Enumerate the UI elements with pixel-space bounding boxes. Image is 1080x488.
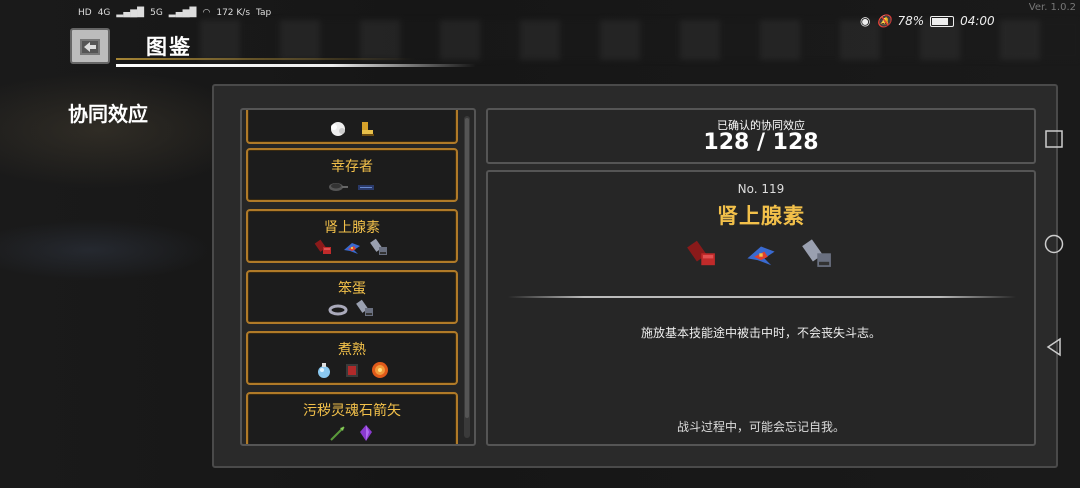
- metal-gauntlet-icon: [370, 238, 387, 255]
- back-nav-icon[interactable]: [1043, 336, 1065, 358]
- back-arrow-icon: [80, 39, 100, 55]
- status-bar-right: ◉ 🔕 78% 04:00: [860, 14, 995, 28]
- signal-icon: ▂▄▆█: [168, 8, 197, 18]
- blue-potion-icon: [318, 363, 330, 378]
- version-label: Ver. 1.0.2: [1028, 2, 1076, 13]
- clock: 04:00: [960, 14, 995, 28]
- page-title: 图鉴: [146, 35, 192, 59]
- title-accent-line: [116, 58, 416, 60]
- synergy-count-panel: 已确认的协同效应 128 / 128: [486, 108, 1036, 164]
- battery-level: 78%: [897, 14, 925, 28]
- detail-number: No. 119: [737, 182, 785, 196]
- wing-emblem-icon: [344, 243, 360, 254]
- synergy-card[interactable]: 煮熟: [246, 331, 458, 385]
- metal-gauntlet-icon: [802, 239, 831, 267]
- card-icons: [248, 423, 456, 443]
- card-icons: [248, 177, 456, 197]
- detail-description: 施放基本技能途中被击中时，不会丧失斗志。: [640, 326, 881, 340]
- wifi-icon: ◠: [202, 8, 211, 18]
- status-bar-left: HD 4G ▂▄▆█ 5G ▂▄▆█ ◠ 172 K/s Tap: [78, 8, 271, 18]
- card-icons: [248, 299, 456, 319]
- fireball-icon: [372, 362, 388, 378]
- list-scrollbar[interactable]: [464, 116, 470, 438]
- signal-icon: ▂▄▆█: [116, 8, 145, 18]
- scroll-thumb[interactable]: [465, 118, 469, 418]
- metal-ring-icon: [328, 304, 348, 316]
- card-icons: [248, 360, 456, 380]
- back-button[interactable]: [70, 28, 110, 64]
- section-title: 协同效应: [68, 102, 148, 126]
- synergy-card[interactable]: [246, 110, 458, 144]
- mute-icon: 🔕: [876, 14, 892, 28]
- eye-icon: ◉: [860, 14, 871, 28]
- synergy-list[interactable]: 幸存者 肾上腺素 笨蛋 煮熟 污秽灵魂石箭矢: [240, 108, 476, 446]
- detail-name: 肾上腺素: [717, 204, 805, 228]
- detail-icons: [488, 238, 1034, 272]
- synergy-card[interactable]: 肾上腺素: [246, 209, 458, 263]
- synergy-card-name: 幸存者: [331, 159, 373, 175]
- synergy-card-name: 笨蛋: [338, 281, 366, 297]
- hd-indicator: HD: [78, 8, 92, 18]
- frying-pan-icon: [329, 183, 348, 191]
- metal-gauntlet-icon: [356, 299, 373, 316]
- detail-divider: [508, 296, 1016, 298]
- synergy-card-name: 煮熟: [338, 342, 366, 358]
- home-icon[interactable]: [1043, 233, 1065, 255]
- golden-boot-icon: [362, 122, 374, 136]
- white-fluff-icon: [331, 122, 345, 136]
- red-box-icon: [346, 364, 358, 377]
- synergy-card[interactable]: 笨蛋: [246, 270, 458, 324]
- network-speed: 172 K/s: [216, 8, 251, 18]
- synergy-detail-panel: No. 119 肾上腺素 施放基本技能途中被击中时，不会丧失斗志。 战斗过程中，…: [486, 170, 1036, 446]
- card-icons: [248, 119, 456, 139]
- red-gauntlet-icon: [314, 239, 331, 254]
- recent-apps-icon[interactable]: [1043, 128, 1065, 150]
- red-gauntlet-icon: [687, 240, 715, 266]
- signal-5g: 5G: [150, 8, 163, 18]
- synergy-card[interactable]: 污秽灵魂石箭矢: [246, 392, 458, 444]
- title-underline: [116, 64, 476, 67]
- synergy-card[interactable]: 幸存者: [246, 148, 458, 202]
- card-icons: [248, 238, 456, 258]
- tap-indicator: Tap: [256, 8, 272, 18]
- battery-icon: [930, 15, 955, 27]
- purple-crystal-icon: [360, 425, 372, 441]
- count-value: 128 / 128: [703, 130, 819, 155]
- label-tag-icon: [358, 185, 374, 190]
- signal-4g: 4G: [97, 8, 111, 18]
- wing-emblem-icon: [747, 246, 775, 266]
- codex-panel: 幸存者 肾上腺素 笨蛋 煮熟 污秽灵魂石箭矢 已确认的协同效应 128 / 12…: [212, 84, 1058, 468]
- synergy-card-name: 肾上腺素: [324, 220, 380, 236]
- synergy-card-name: 污秽灵魂石箭矢: [303, 403, 401, 419]
- green-arrow-icon: [330, 426, 345, 441]
- detail-flavor-text: 战斗过程中，可能会忘记自我。: [676, 420, 845, 434]
